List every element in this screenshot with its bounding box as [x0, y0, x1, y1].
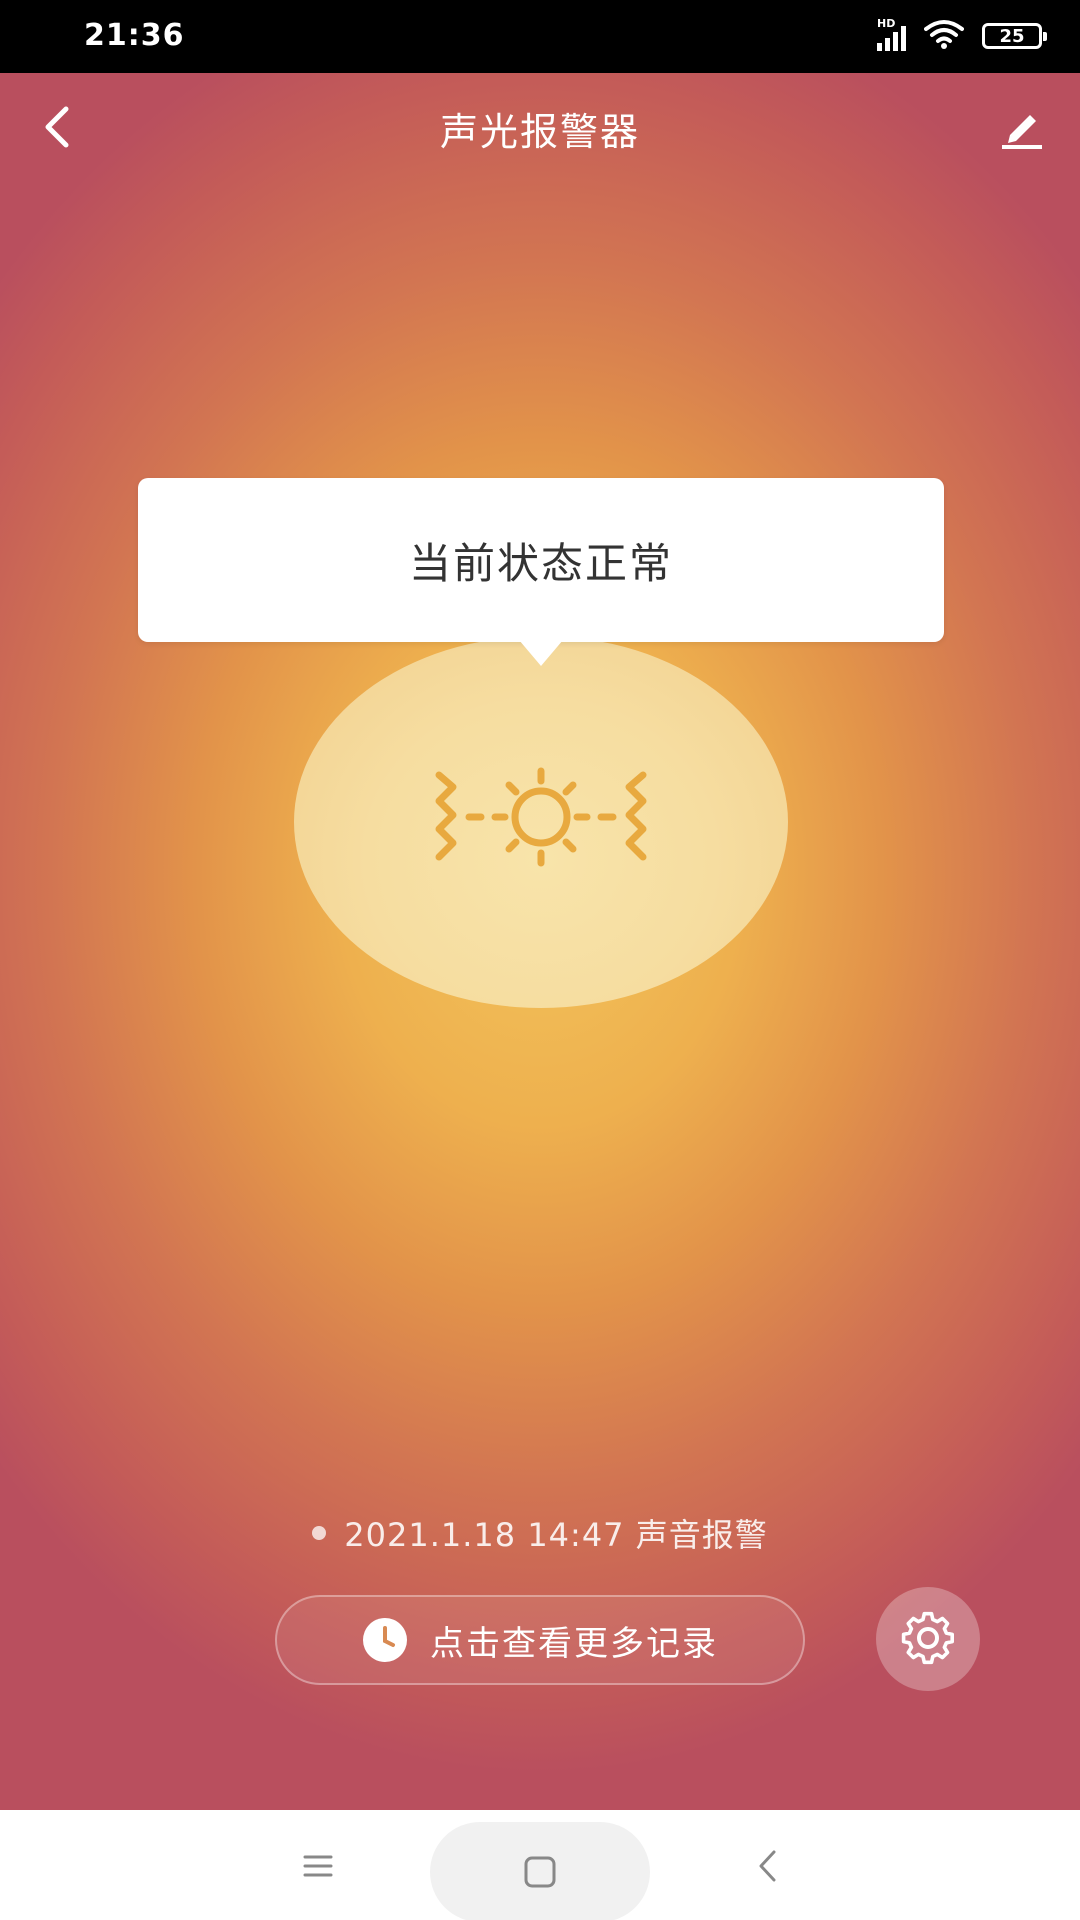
page-title: 声光报警器 — [439, 110, 640, 154]
wifi-icon — [924, 19, 964, 53]
back-chevron-icon — [759, 1850, 776, 1882]
status-text: 当前状态正常 — [408, 538, 673, 588]
nav-bar: 声光报警器 — [0, 73, 1080, 183]
settings-button[interactable] — [876, 1587, 980, 1691]
battery-level: 25 — [999, 25, 1025, 47]
status-time: 21:36 — [84, 18, 185, 53]
home-square-icon — [524, 1856, 556, 1888]
last-record-text: 2021.1.18 14:47 声音报警 — [344, 1516, 768, 1554]
signal-icon: HD — [877, 17, 906, 51]
system-back-button[interactable] — [748, 1846, 788, 1886]
sound-light-alarm-icon — [435, 767, 647, 867]
edit-button[interactable] — [992, 97, 1052, 157]
battery-icon: 25 — [982, 23, 1047, 49]
status-tooltip: 当前状态正常 — [138, 478, 944, 642]
last-record: 2021.1.18 14:47 声音报警 — [0, 1510, 1080, 1556]
screen: 21:36 HD 25 声光报警器 当前状态正常 2021.1.18 14:47… — [0, 0, 1080, 1920]
view-history-label: 点击查看更多记录 — [430, 1623, 718, 1664]
status-icons: HD 25 — [877, 17, 1047, 54]
menu-icon — [303, 1855, 333, 1877]
status-bar: 21:36 HD 25 — [0, 0, 1080, 73]
network-type-label: HD — [877, 17, 896, 30]
pencil-icon — [1002, 115, 1042, 149]
system-nav-bar — [0, 1810, 1080, 1920]
view-history-button[interactable]: 点击查看更多记录 — [275, 1595, 805, 1685]
home-button[interactable] — [430, 1822, 650, 1920]
clock-icon — [363, 1618, 407, 1662]
alarm-status-circle[interactable] — [294, 636, 788, 1008]
tooltip-pointer — [519, 640, 563, 666]
menu-button[interactable] — [300, 1848, 336, 1884]
gear-icon — [901, 1611, 955, 1665]
record-dot-icon — [312, 1526, 327, 1540]
